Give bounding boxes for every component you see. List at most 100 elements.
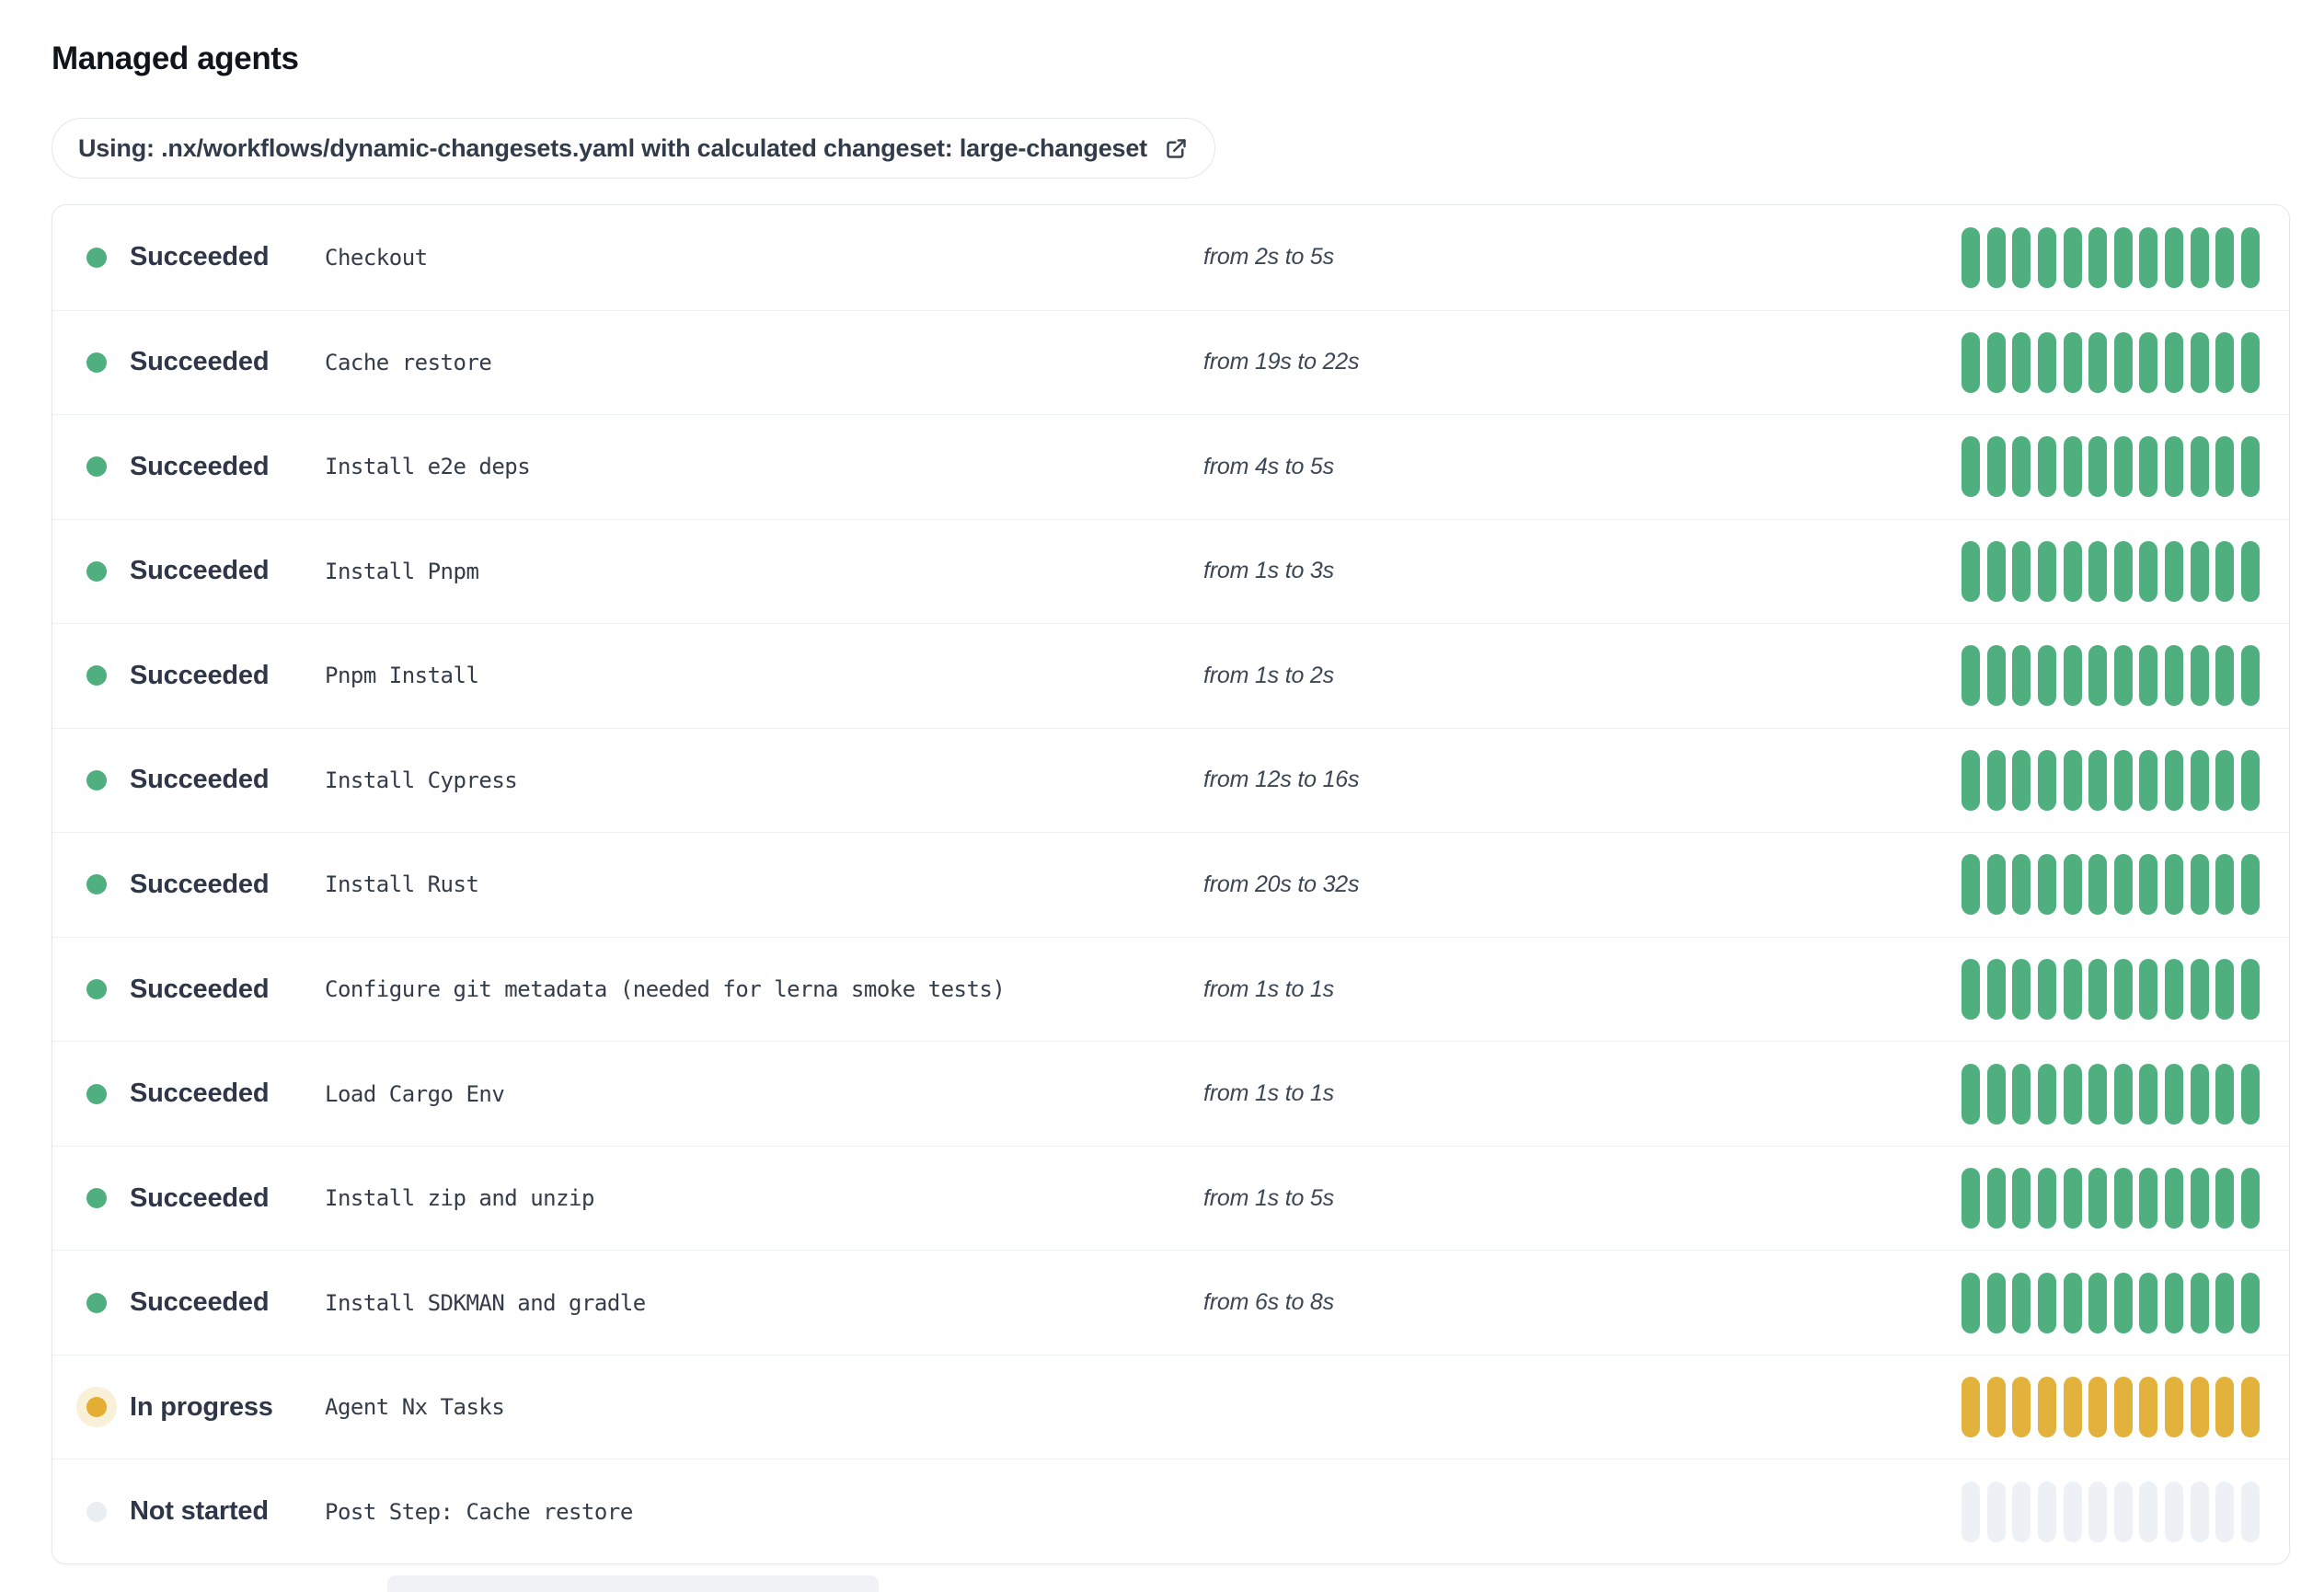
agent-row[interactable]: In progress Agent Nx Tasks <box>52 1354 2289 1459</box>
agent-row[interactable]: Succeeded Install Pnpm from 1s to 3s <box>52 518 2289 624</box>
status-cell: Succeeded <box>76 969 325 1009</box>
status-dot <box>86 456 107 478</box>
status-cell: Succeeded <box>76 342 325 383</box>
progress-segment <box>1962 540 1980 602</box>
agent-row[interactable]: Succeeded Install Cypress from 12s to 16s <box>52 727 2289 833</box>
progress-segment <box>2165 645 2183 707</box>
progress-segment <box>2139 226 2158 288</box>
progress-segment <box>2037 331 2056 393</box>
status-label: Succeeded <box>130 1079 270 1109</box>
progress-segment <box>2165 331 2183 393</box>
progress-segment <box>2113 854 2133 916</box>
progress-segment <box>2215 749 2235 811</box>
agent-row[interactable]: Succeeded Configure git metadata (needed … <box>52 936 2289 1042</box>
agent-row[interactable]: Succeeded Install SDKMAN and gradle from 6… <box>52 1250 2289 1355</box>
progress-segment <box>2113 331 2133 393</box>
external-link-icon[interactable] <box>1164 136 1189 161</box>
progress-segment <box>2139 1377 2158 1438</box>
progress-segment <box>2139 854 2158 916</box>
agent-row[interactable]: Succeeded Install zip and unzip from 1s to… <box>52 1145 2289 1251</box>
status-dot-succeeded-icon <box>76 551 117 592</box>
progress-segment <box>2190 1063 2209 1125</box>
progress-segment <box>2215 331 2235 393</box>
workflow-banner[interactable]: Using: .nx/workflows/dynamic-changesets.… <box>52 118 1215 179</box>
agent-row[interactable]: Succeeded Install Rust from 20s to 32s <box>52 832 2289 937</box>
progress-segment <box>2215 1481 2235 1542</box>
progress-segment <box>2240 1063 2260 1125</box>
step-name: Install Pnpm <box>325 558 479 584</box>
progress-segment <box>2063 1377 2082 1438</box>
agent-row[interactable]: Not started Post Step: Cache restore <box>52 1459 2289 1563</box>
agent-row[interactable]: Succeeded Checkout from 2s to 5s <box>52 205 2289 310</box>
progress-segment <box>2139 331 2158 393</box>
progress-segment <box>2190 540 2209 602</box>
step-progress-bar <box>1962 540 2260 602</box>
step-duration: from 1s to 1s <box>1203 975 1334 1002</box>
step-progress-bar <box>1962 1063 2260 1125</box>
status-dot <box>86 352 107 373</box>
progress-segment <box>2139 1168 2158 1229</box>
status-dot-succeeded-icon <box>76 1178 117 1218</box>
status-cell: Succeeded <box>76 1074 325 1114</box>
progress-segment <box>2240 959 2260 1021</box>
progress-segment <box>2063 1063 2082 1125</box>
progress-segment <box>2063 540 2082 602</box>
status-cell: Succeeded <box>76 864 325 905</box>
step-name: Install e2e deps <box>325 454 531 480</box>
managed-agents-panel: Succeeded Checkout from 2s to 5s Succeeded C… <box>52 204 2290 1564</box>
progress-segment <box>2012 1377 2031 1438</box>
status-dot-succeeded-icon <box>76 969 117 1009</box>
progress-segment <box>2240 645 2260 707</box>
step-duration: from 12s to 16s <box>1203 767 1360 793</box>
progress-segment <box>2113 749 2133 811</box>
step-duration: from 1s to 5s <box>1203 1184 1334 1211</box>
step-duration: from 1s to 1s <box>1203 1080 1334 1107</box>
status-label: Succeeded <box>130 347 270 377</box>
progress-segment <box>2190 436 2209 498</box>
progress-segment <box>2113 1168 2133 1229</box>
agent-row[interactable]: Succeeded Load Cargo Env from 1s to 1s <box>52 1041 2289 1146</box>
progress-segment <box>2215 1272 2235 1333</box>
progress-segment <box>2037 226 2056 288</box>
status-dot-succeeded-icon <box>76 864 117 905</box>
status-cell: Succeeded <box>76 237 325 278</box>
status-dot-succeeded-icon <box>76 1283 117 1323</box>
agent-row[interactable]: Succeeded Cache restore from 19s to 22s <box>52 309 2289 415</box>
progress-segment <box>2113 1063 2133 1125</box>
step-duration: from 4s to 5s <box>1203 453 1334 479</box>
status-label: In progress <box>130 1391 273 1422</box>
progress-segment <box>2037 1272 2056 1333</box>
progress-segment <box>2165 1481 2183 1542</box>
status-dot <box>86 874 107 895</box>
status-cell: In progress <box>76 1387 325 1428</box>
step-progress-bar <box>1962 1168 2260 1229</box>
progress-segment <box>1962 959 1980 1021</box>
progress-segment <box>2215 854 2235 916</box>
progress-segment <box>1986 645 2006 707</box>
progress-segment <box>2240 436 2260 498</box>
status-dot <box>86 1083 107 1104</box>
progress-segment <box>2037 854 2056 916</box>
progress-segment <box>2088 854 2108 916</box>
status-dot-succeeded-icon <box>76 760 117 801</box>
progress-segment <box>2165 1377 2183 1438</box>
progress-segment <box>1962 645 1980 707</box>
agent-row[interactable]: Succeeded Pnpm Install from 1s to 2s <box>52 623 2289 728</box>
progress-segment <box>2190 1272 2209 1333</box>
progress-segment <box>2037 436 2056 498</box>
status-cell: Succeeded <box>76 1178 325 1218</box>
status-label: Succeeded <box>130 660 270 690</box>
step-progress-bar <box>1962 436 2260 498</box>
progress-segment <box>2088 1377 2108 1438</box>
step-duration: from 6s to 8s <box>1203 1289 1334 1316</box>
status-label: Succeeded <box>130 1182 270 1213</box>
next-section-peek <box>387 1575 879 1592</box>
agent-row[interactable]: Succeeded Install e2e deps from 4s to 5s <box>52 414 2289 519</box>
step-progress-bar <box>1962 959 2260 1021</box>
progress-segment <box>2113 1377 2133 1438</box>
progress-segment <box>2139 959 2158 1021</box>
progress-segment <box>2088 436 2108 498</box>
progress-segment <box>2165 959 2183 1021</box>
status-dot-in-progress-icon <box>76 1387 117 1428</box>
step-name: Install Cypress <box>325 767 518 793</box>
